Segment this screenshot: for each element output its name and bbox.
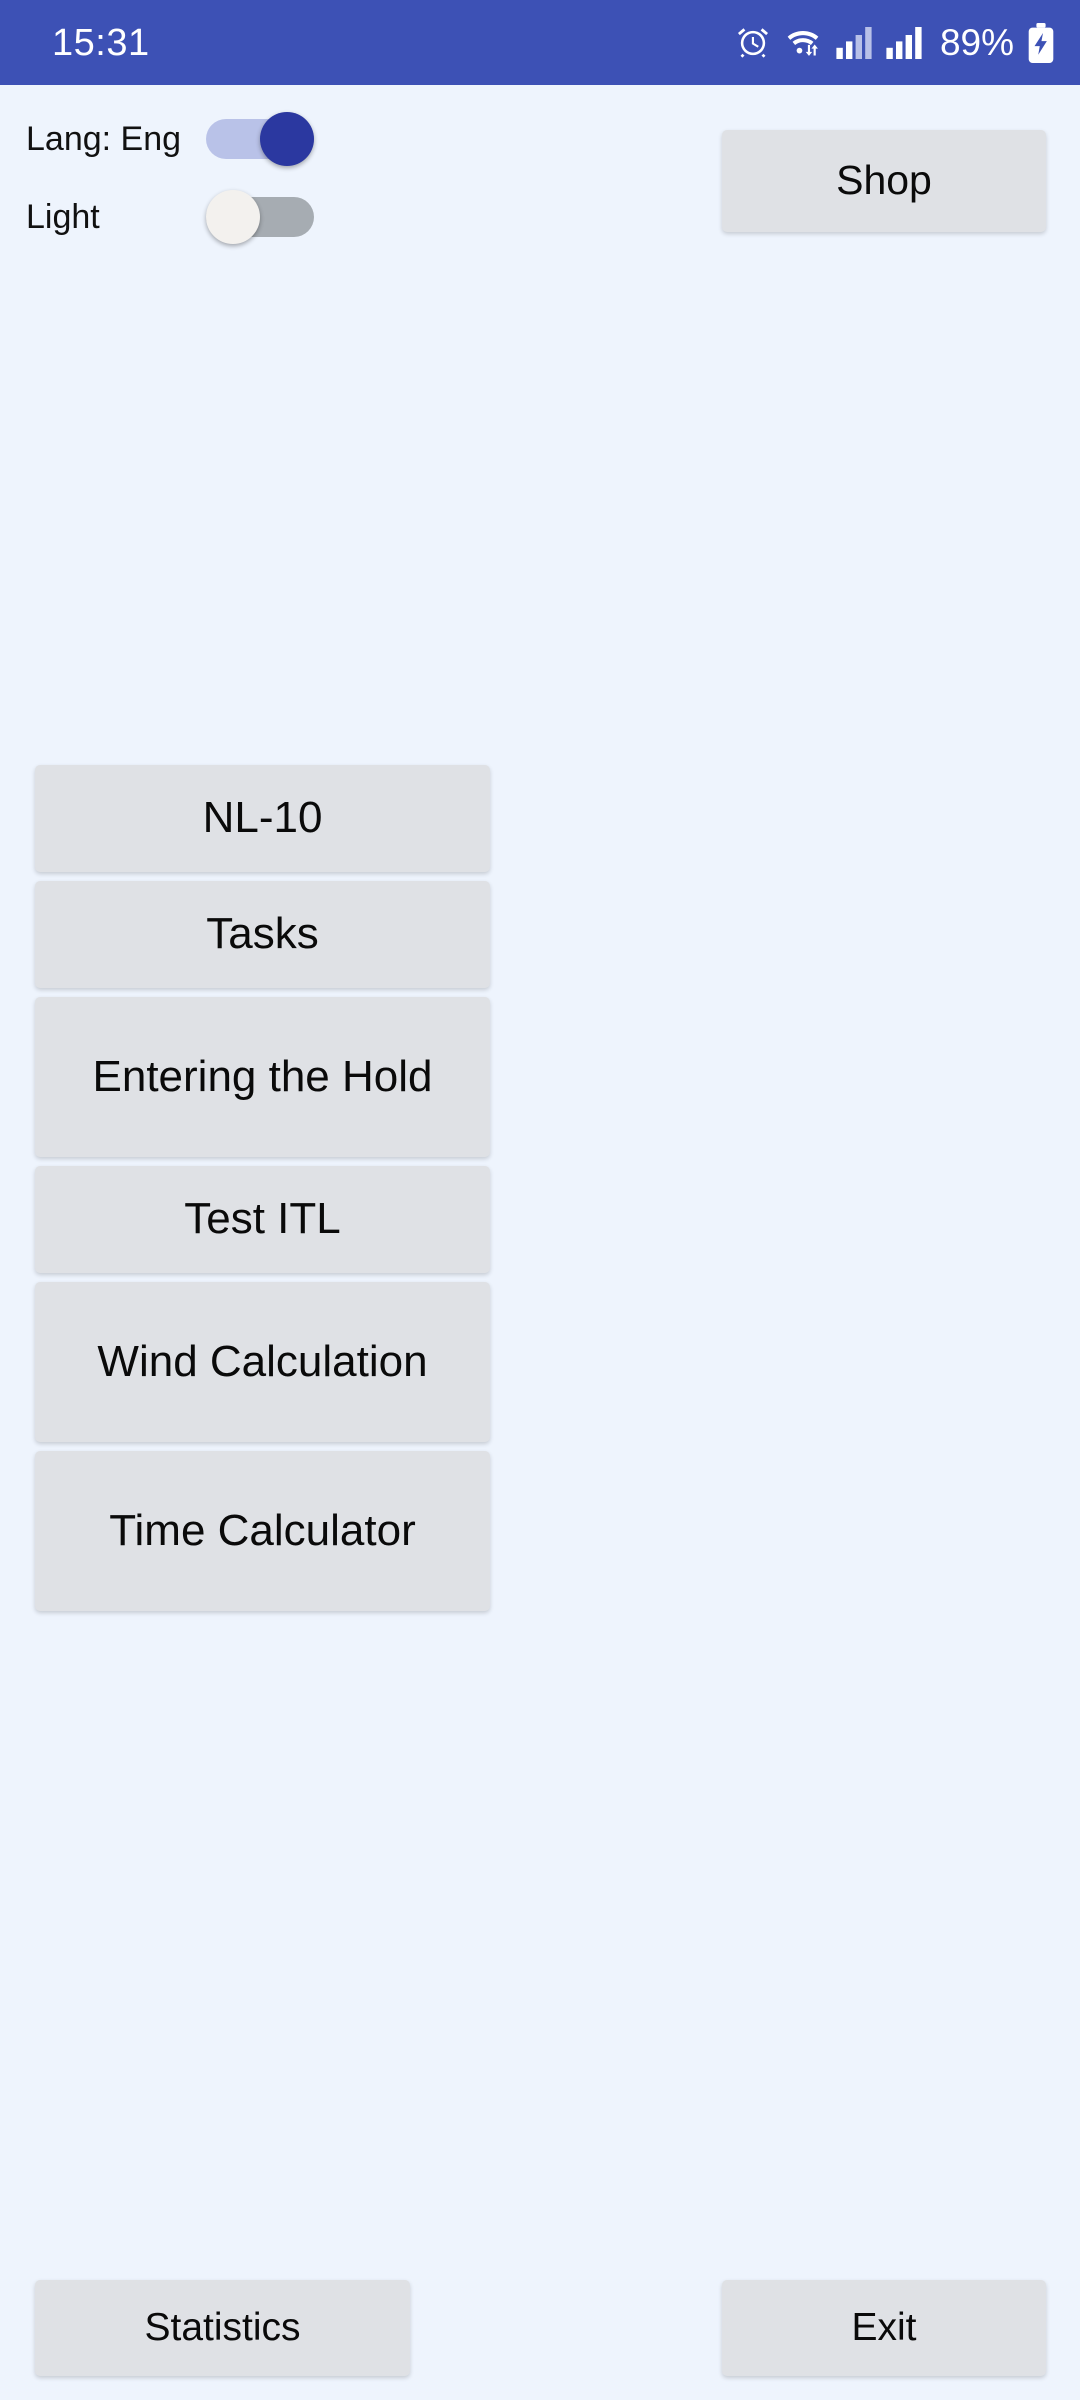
signal-bars-icon [886,26,922,59]
status-bar-icon-group: 89% [736,22,1054,63]
menu-item-entering-the-hold[interactable]: Entering the Hold [35,997,490,1157]
theme-setting-row: Light [26,190,314,244]
statistics-button[interactable]: Statistics [35,2280,410,2376]
exit-button[interactable]: Exit [722,2280,1046,2376]
menu-item-tasks[interactable]: Tasks [35,881,490,988]
theme-toggle-switch[interactable] [206,190,314,244]
status-bar-clock: 15:31 [52,21,150,64]
battery-percent-label: 89% [939,22,1014,63]
menu-item-time-calculator[interactable]: Time Calculator [35,1451,490,1611]
language-setting-row: Lang: Eng [26,112,314,166]
menu-item-test-itl[interactable]: Test ITL [35,1166,490,1273]
shop-button[interactable]: Shop [722,130,1046,232]
theme-toggle-label: Light [26,198,100,236]
main-menu-stack: NL-10 Tasks Entering the Hold Test ITL W… [35,765,490,1620]
toggle-thumb [260,112,314,166]
wifi-icon [784,26,822,60]
language-toggle-label: Lang: Eng [26,120,182,158]
signal-bars-icon [836,26,872,59]
language-toggle-switch[interactable] [206,112,314,166]
alarm-clock-icon [736,26,770,60]
menu-item-nl-10[interactable]: NL-10 [35,765,490,872]
menu-item-wind-calculation[interactable]: Wind Calculation [35,1282,490,1442]
status-bar: 15:31 89% [0,0,1080,85]
battery-charging-icon [1028,22,1054,63]
toggle-thumb [206,190,260,244]
